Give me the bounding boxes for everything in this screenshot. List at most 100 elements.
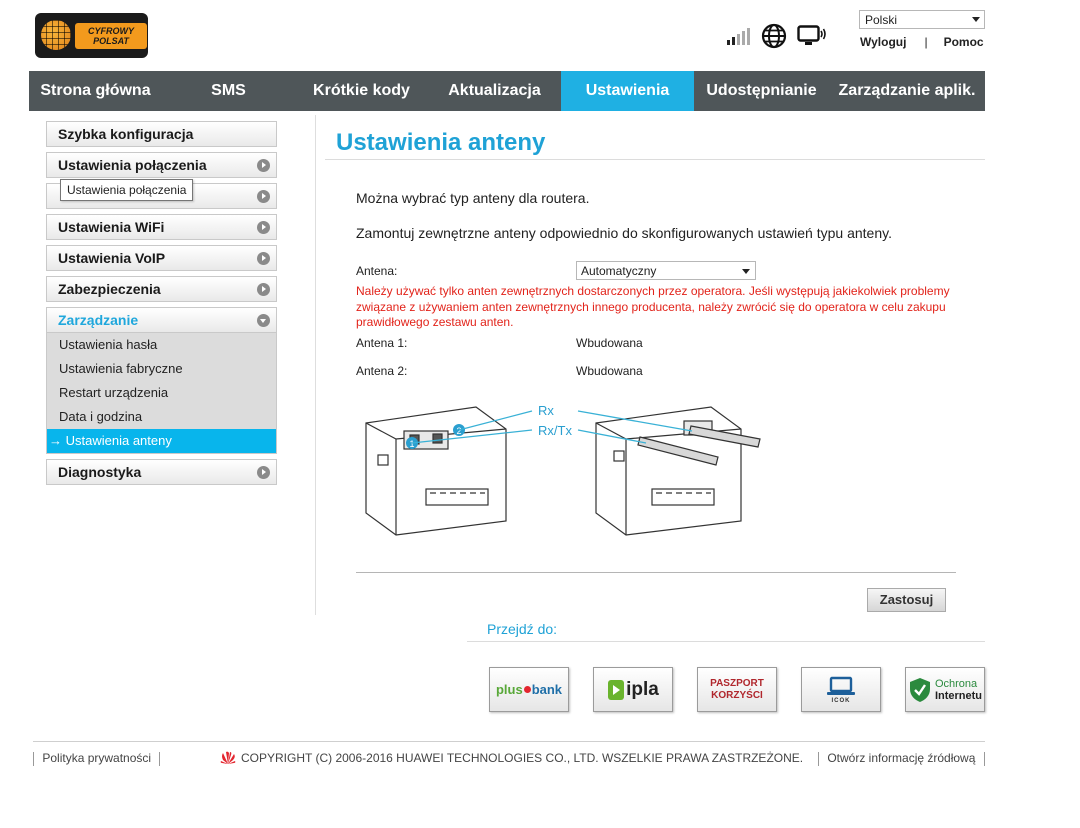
chevron-down-icon xyxy=(972,17,980,22)
plus-bank-right: bank xyxy=(531,682,563,697)
management-submenu: Ustawienia hasła Ustawienia fabryczne Re… xyxy=(46,333,277,454)
sidebar-item-wifi-settings[interactable]: Ustawienia WiFi xyxy=(46,214,277,240)
sidebar-item-diagnostics[interactable]: Diagnostyka xyxy=(46,459,277,485)
sidebar-item-label: Ustawienia połączenia xyxy=(58,157,207,173)
submenu-item-label: Ustawienia anteny xyxy=(65,433,172,448)
goto-label: Przejdź do: xyxy=(487,621,558,637)
nav-item-sharing[interactable]: Udostępnianie xyxy=(694,71,829,111)
submenu-item-password[interactable]: Ustawienia hasła xyxy=(47,333,276,357)
nav-item-settings[interactable]: Ustawienia xyxy=(561,71,694,111)
tile-ochrona-internetu[interactable]: Ochrona Internetu xyxy=(905,667,985,712)
signal-strength-icon xyxy=(727,27,751,45)
sidebar-item-quick-setup[interactable]: Szybka konfiguracja xyxy=(46,121,277,147)
paszport-line2: KORZYŚCI xyxy=(711,689,763,701)
antenna-type-select[interactable]: Automatyczny xyxy=(576,261,756,280)
submenu-item-factory-reset[interactable]: Ustawienia fabryczne xyxy=(47,357,276,381)
status-icons xyxy=(727,23,827,49)
chevron-right-icon xyxy=(257,159,270,172)
submenu-item-restart[interactable]: Restart urządzenia xyxy=(47,381,276,405)
globe-logo-icon xyxy=(41,20,71,50)
help-link[interactable]: Pomoc xyxy=(944,35,984,49)
nav-item-update[interactable]: Aktualizacja xyxy=(428,71,561,111)
footer-divider xyxy=(33,741,985,742)
footer-separator xyxy=(33,751,34,766)
footer-copyright: COPYRIGHT (C) 2006-2016 HUAWEI TECHNOLOG… xyxy=(219,751,803,765)
footer-separator xyxy=(159,751,161,766)
sidebar-item-label: Diagnostyka xyxy=(58,464,142,480)
antenna-label: Antena: xyxy=(356,264,398,278)
tile-paszport-korzysci[interactable]: PASZPORT KORZYŚCI xyxy=(697,667,777,712)
submenu-item-date-time[interactable]: Data i godzina xyxy=(47,405,276,429)
paszport-line1: PASZPORT xyxy=(710,677,764,689)
logo-text: CYFROWY POLSAT xyxy=(75,23,147,49)
port1-number: 1 xyxy=(409,439,414,449)
nav-item-app-management[interactable]: Zarządzanie aplik. xyxy=(829,71,985,111)
sidebar: Szybka konfiguracja Ustawienia połączeni… xyxy=(46,121,277,490)
footer-separator xyxy=(818,751,819,766)
laptop-icon xyxy=(827,676,855,695)
warning-text: Należy używać tylko anten zewnętrznych d… xyxy=(356,284,950,329)
tile-plus-bank[interactable]: plus bank xyxy=(489,667,569,712)
chevron-down-icon xyxy=(257,314,270,327)
chevron-right-icon xyxy=(257,283,270,296)
privacy-link[interactable]: Polityka prywatności xyxy=(42,751,151,765)
plus-bank-dot-icon xyxy=(523,686,531,693)
footer-left: Polityka prywatności xyxy=(33,751,161,766)
nav-item-sms[interactable]: SMS xyxy=(162,71,295,111)
ochrona-line2: Internetu xyxy=(934,689,983,702)
submenu-item-antenna-settings[interactable]: → Ustawienia anteny xyxy=(47,429,276,453)
ipla-play-icon xyxy=(608,679,625,700)
description-1: Można wybrać typ anteny dla routera. xyxy=(356,190,590,206)
router-with-antennas xyxy=(595,406,761,536)
chevron-right-icon xyxy=(257,221,270,234)
footer-separator xyxy=(983,751,985,766)
page-title: Ustawienia anteny xyxy=(336,129,546,156)
antenna1-value: Wbudowana xyxy=(576,336,643,350)
globe-internet-icon xyxy=(761,23,787,49)
top-links: Wyloguj | Pomoc xyxy=(860,35,984,49)
apply-button[interactable]: Zastosuj xyxy=(867,588,946,612)
cyfrowy-polsat-logo: CYFROWY POLSAT xyxy=(35,13,148,58)
link-separator: | xyxy=(924,35,928,49)
sidebar-item-security[interactable]: Zabezpieczenia xyxy=(46,276,277,302)
open-source-link[interactable]: Otwórz informację źródłową xyxy=(827,751,975,765)
goto-divider xyxy=(467,641,985,642)
tooltip: Ustawienia połączenia xyxy=(60,179,194,201)
antenna1-label: Antena 1: xyxy=(356,336,408,350)
router-without-antennas xyxy=(365,406,507,536)
sidebar-item-voip-settings[interactable]: Ustawienia VoIP xyxy=(46,245,277,271)
sidebar-item-label: Zarządzanie xyxy=(58,312,139,328)
sidebar-item-connection-settings[interactable]: Ustawienia połączenia xyxy=(46,152,277,178)
ipla-text: ipla xyxy=(626,678,659,700)
sidebar-item-management[interactable]: Zarządzanie xyxy=(46,307,277,333)
main-nav: Strona główna SMS Krótkie kody Aktualiza… xyxy=(29,71,985,111)
logout-link[interactable]: Wyloguj xyxy=(860,35,906,49)
chevron-down-icon xyxy=(742,269,750,274)
content-divider xyxy=(356,572,956,573)
antenna-diagram: 1 2 Rx Rx/Tx xyxy=(365,403,761,536)
sidebar-item-label: Ustawienia WiFi xyxy=(58,219,165,235)
sidebar-item-label: Szybka konfiguracja xyxy=(58,126,194,142)
huawei-logo-icon xyxy=(220,751,236,764)
shield-icon xyxy=(909,677,930,702)
language-select[interactable]: Polski xyxy=(859,10,985,29)
tile-ipla[interactable]: ipla xyxy=(593,667,673,712)
tile-icok[interactable]: ICOK xyxy=(801,667,881,712)
chevron-right-icon xyxy=(257,190,270,203)
title-divider xyxy=(325,159,985,160)
chevron-right-icon xyxy=(257,466,270,479)
vertical-divider xyxy=(315,115,316,615)
nav-item-home[interactable]: Strona główna xyxy=(29,71,162,111)
rx-label: Rx xyxy=(538,403,554,418)
nav-item-short-codes[interactable]: Krótkie kody xyxy=(295,71,428,111)
antenna-type-selected: Automatyczny xyxy=(581,264,657,278)
language-selected: Polski xyxy=(865,13,898,27)
logo-line2: POLSAT xyxy=(93,36,129,46)
rxtx-label: Rx/Tx xyxy=(538,423,572,438)
footer-right: Otwórz informację źródłową xyxy=(818,751,985,766)
description-2: Zamontuj zewnętrzne anteny odpowiednio d… xyxy=(356,225,892,241)
icok-text: ICOK xyxy=(831,697,851,704)
sidebar-item-label: Ustawienia VoIP xyxy=(58,250,166,266)
arrow-right-icon: → xyxy=(49,433,62,448)
antenna2-value: Wbudowana xyxy=(576,364,643,378)
